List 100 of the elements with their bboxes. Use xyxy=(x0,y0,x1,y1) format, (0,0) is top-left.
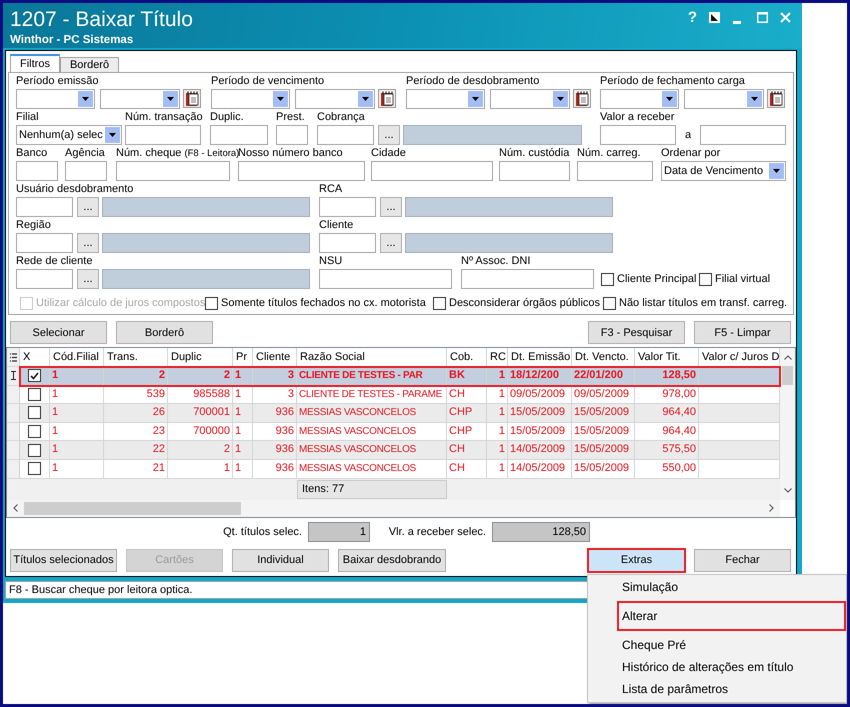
column-header[interactable]: Dt. Emissão xyxy=(508,348,572,367)
column-header[interactable]: Duplic xyxy=(168,348,233,367)
checkbox[interactable] xyxy=(28,369,41,382)
scroll-down-icon[interactable] xyxy=(784,488,792,494)
dropdown-button[interactable] xyxy=(105,127,120,143)
menu-item[interactable]: Cheque Pré xyxy=(617,634,846,656)
input-field[interactable] xyxy=(238,161,365,181)
column-header[interactable]: Razão Social xyxy=(297,348,447,367)
scroll-left-icon[interactable] xyxy=(13,504,18,512)
table-row[interactable]: 1 26 700001 1 936 MESSIAS VASCONCELOS CHP 1 15/05/2009 15/05/2009 964,40 xyxy=(20,404,780,423)
horizontal-scrollbar[interactable] xyxy=(7,500,780,517)
checkbox[interactable] xyxy=(699,272,712,286)
lookup-button[interactable]: ... xyxy=(380,233,402,253)
half-filled-square-icon[interactable] xyxy=(709,12,720,23)
checkbox[interactable] xyxy=(28,406,41,420)
menu-item[interactable]: Alterar xyxy=(617,601,846,631)
input-field[interactable] xyxy=(319,233,376,253)
action-button[interactable]: Títulos selecionados xyxy=(10,548,117,572)
column-header[interactable]: Pr xyxy=(233,348,253,367)
dropdown-button[interactable] xyxy=(163,91,178,107)
lookup-button[interactable]: ... xyxy=(378,125,400,145)
input-field[interactable] xyxy=(319,269,452,289)
input-field[interactable] xyxy=(577,161,653,181)
checkbox[interactable] xyxy=(28,388,41,401)
row-header[interactable] xyxy=(7,367,20,386)
column-header[interactable]: Dt. Vencto. xyxy=(572,348,635,367)
input-field[interactable] xyxy=(319,197,376,217)
input-field[interactable] xyxy=(600,125,676,145)
table-row[interactable]: 1 21 1 1 936 MESSIAS VASCONCELOS CH 1 14/05/2009 15/05/2009 550,00 xyxy=(20,460,780,479)
menu-item[interactable]: Histórico de alterações em título xyxy=(617,656,846,678)
input-field[interactable] xyxy=(499,161,570,181)
dropdown-button[interactable] xyxy=(78,91,93,107)
dropdown-button[interactable] xyxy=(358,91,373,107)
table-cell: 2 xyxy=(104,367,168,386)
total-label: Qt. títulos selec. xyxy=(223,526,302,538)
checkbox[interactable] xyxy=(28,462,41,476)
checkbox[interactable] xyxy=(601,272,614,286)
input-field[interactable] xyxy=(16,269,73,289)
action-button[interactable]: Selecionar xyxy=(10,321,107,344)
input-field[interactable] xyxy=(116,161,230,181)
table-row[interactable]: 1 23 700000 1 936 MESSIAS VASCONCELOS CHP 1 15/05/2009 15/05/2009 964,40 xyxy=(20,422,780,442)
maximize-icon[interactable] xyxy=(757,12,768,23)
checkbox[interactable] xyxy=(603,296,616,310)
scroll-right-icon[interactable] xyxy=(769,504,774,512)
action-button[interactable]: Baixar desdobrando xyxy=(338,548,446,572)
calendar-icon[interactable] xyxy=(573,89,591,108)
scroll-up-icon[interactable] xyxy=(784,354,792,360)
tab[interactable]: Borderô xyxy=(60,57,120,72)
calendar-icon[interactable] xyxy=(378,89,396,108)
checkbox[interactable] xyxy=(433,296,446,310)
close-icon[interactable] xyxy=(780,12,791,23)
menu-item[interactable]: Lista de parâmetros xyxy=(617,678,846,700)
action-button[interactable]: F3 - Pesquisar xyxy=(588,321,685,344)
dropdown-button[interactable] xyxy=(273,91,288,107)
scroll-thumb[interactable] xyxy=(24,502,241,515)
dropdown-button[interactable] xyxy=(553,91,568,107)
column-header[interactable]: Cód.Filial xyxy=(50,348,104,367)
calendar-icon[interactable] xyxy=(183,89,201,108)
lookup-button[interactable]: ... xyxy=(77,269,99,289)
action-button[interactable]: Individual xyxy=(232,548,329,572)
action-button[interactable]: Borderô xyxy=(116,321,213,344)
input-field[interactable] xyxy=(16,161,58,181)
checkbox[interactable] xyxy=(28,425,41,438)
column-header[interactable]: Cob. xyxy=(447,348,487,367)
tab[interactable]: Filtros xyxy=(10,54,60,72)
input-field[interactable] xyxy=(16,197,73,217)
lookup-button[interactable]: ... xyxy=(77,233,99,253)
input-field[interactable] xyxy=(371,161,493,181)
calendar-icon[interactable] xyxy=(767,89,785,108)
column-chooser-icon[interactable] xyxy=(10,352,16,362)
lookup-button[interactable]: ... xyxy=(380,197,402,217)
vertical-scrollbar[interactable] xyxy=(780,348,795,500)
dropdown-button[interactable] xyxy=(662,91,677,107)
input-field[interactable] xyxy=(65,161,107,181)
input-field[interactable] xyxy=(125,125,201,145)
checkbox[interactable] xyxy=(205,296,218,310)
dropdown-button[interactable] xyxy=(769,163,784,179)
column-header[interactable]: Trans. xyxy=(104,348,168,367)
lookup-button[interactable]: ... xyxy=(77,197,99,217)
input-field[interactable] xyxy=(461,269,594,289)
dropdown-field[interactable]: Data de Vencimento xyxy=(661,161,786,181)
input-field[interactable] xyxy=(16,233,73,253)
checkbox[interactable] xyxy=(28,444,41,457)
action-button[interactable]: Fechar xyxy=(694,548,791,572)
column-header[interactable]: RC xyxy=(487,348,508,367)
input-field[interactable] xyxy=(210,125,268,145)
dropdown-button[interactable] xyxy=(747,91,762,107)
action-button[interactable]: Extras xyxy=(588,548,685,572)
action-button[interactable]: F5 - Limpar xyxy=(694,321,791,344)
scroll-thumb[interactable] xyxy=(782,366,793,385)
input-field[interactable] xyxy=(276,125,308,145)
column-header[interactable]: X xyxy=(20,348,50,367)
column-header[interactable]: Valor c/ Juros D xyxy=(699,348,780,367)
input-field[interactable] xyxy=(700,125,786,145)
input-field[interactable] xyxy=(317,125,374,145)
dropdown-field[interactable]: Nenhum(a) selec xyxy=(16,125,122,145)
column-header[interactable]: Cliente xyxy=(253,348,297,367)
column-header[interactable]: Valor Tit. xyxy=(635,348,699,367)
dropdown-button[interactable] xyxy=(468,91,483,107)
table-row[interactable]: 1 22 2 1 936 MESSIAS VASCONCELOS CH 1 14/05/2009 15/05/2009 575,50 xyxy=(20,441,780,460)
